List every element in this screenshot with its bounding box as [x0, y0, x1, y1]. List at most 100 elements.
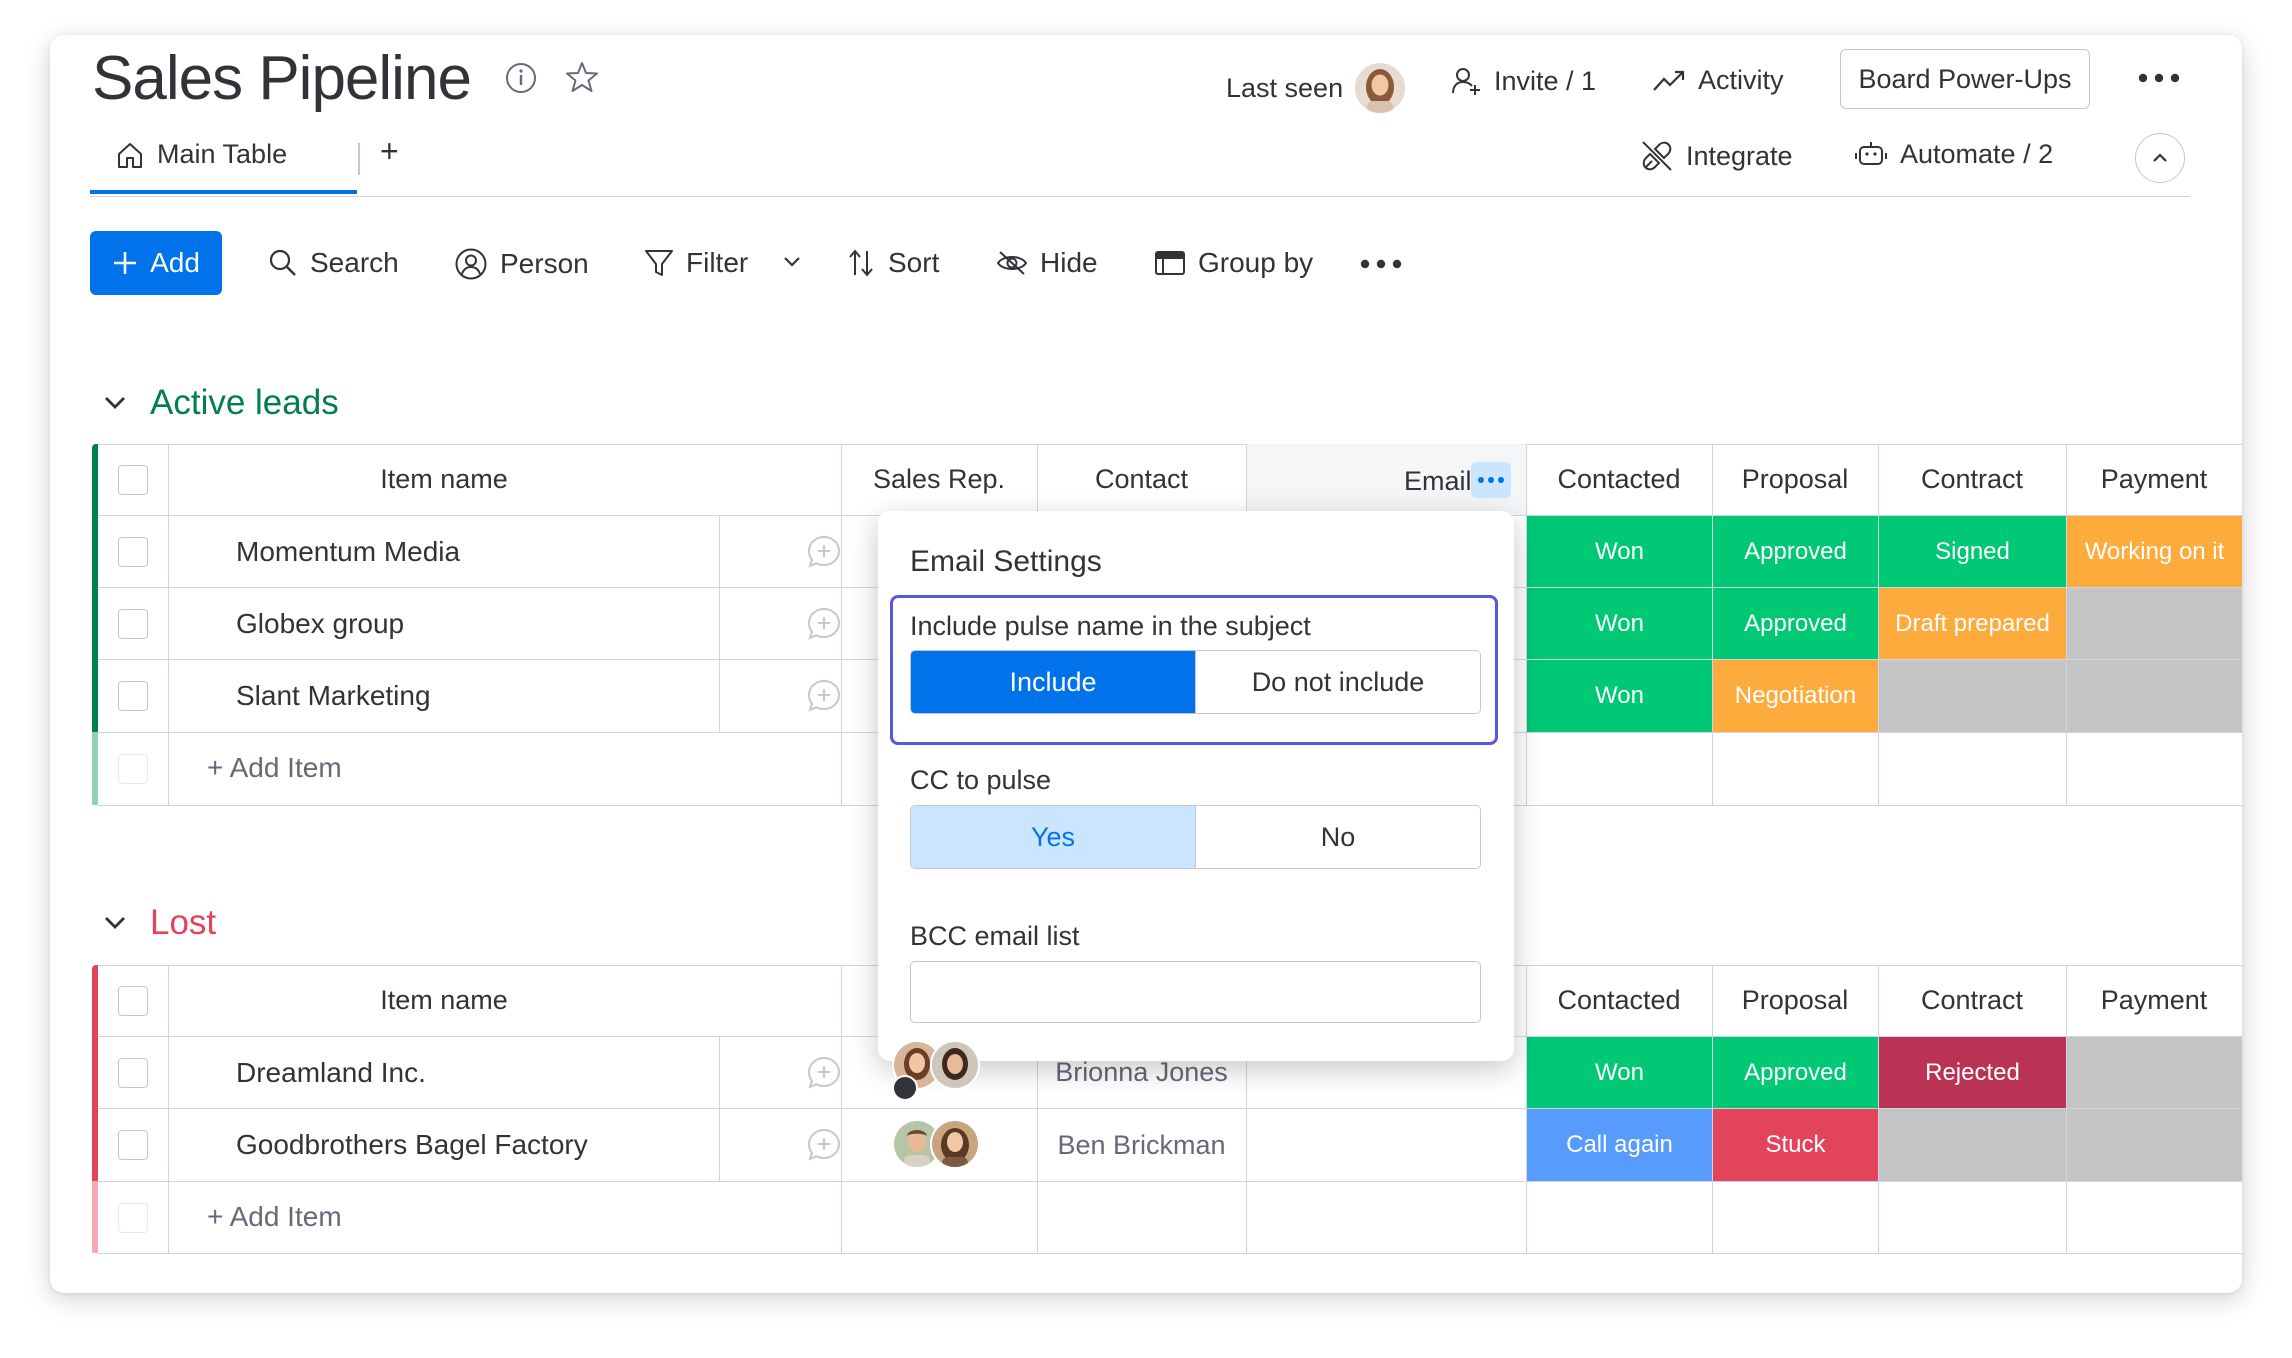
column-header-email[interactable]: Email — [1404, 466, 1472, 497]
status-contract[interactable]: Draft prepared — [1879, 588, 2066, 659]
status-proposal[interactable]: Stuck — [1713, 1109, 1878, 1181]
group-by-button[interactable]: Group by — [1154, 247, 1313, 279]
group-by-label: Group by — [1198, 247, 1314, 278]
avatar[interactable] — [930, 1040, 980, 1090]
add-item-button[interactable]: Add — [90, 231, 222, 295]
tab-divider — [90, 196, 2190, 197]
status-proposal[interactable]: Approved — [1713, 516, 1878, 587]
column-header-payment[interactable]: Payment — [2066, 444, 2242, 515]
star-icon[interactable] — [564, 59, 600, 95]
column-header-proposal[interactable]: Proposal — [1712, 965, 1878, 1036]
hide-button[interactable]: Hide — [996, 247, 1098, 279]
include-option[interactable]: Include — [911, 651, 1195, 713]
add-update-icon[interactable] — [806, 606, 842, 642]
add-item-input[interactable]: + Add Item — [207, 1201, 342, 1233]
group-title-active-leads[interactable]: Active leads — [102, 383, 339, 423]
no-option[interactable]: No — [1195, 806, 1480, 868]
do-not-include-option[interactable]: Do not include — [1195, 651, 1480, 713]
status-contacted[interactable]: Won — [1527, 516, 1712, 587]
activity-button[interactable]: Activity — [1652, 65, 1784, 96]
add-view-button[interactable]: + — [380, 133, 399, 170]
group-color-bar-light — [92, 732, 98, 805]
status-contract[interactable] — [1879, 660, 2066, 732]
status-contacted[interactable]: Won — [1527, 1037, 1712, 1108]
automate-label: Automate / 2 — [1900, 139, 2054, 169]
status-contract[interactable] — [1879, 1109, 2066, 1181]
status-payment[interactable]: Working on it — [2067, 516, 2242, 587]
chevron-down-icon[interactable] — [782, 255, 802, 269]
status-payment[interactable] — [2067, 660, 2242, 732]
status-payment[interactable] — [2067, 1037, 2242, 1108]
select-all-checkbox[interactable] — [118, 986, 148, 1016]
collapse-header-button[interactable] — [2135, 133, 2185, 183]
select-all-checkbox[interactable] — [118, 465, 148, 495]
item-name[interactable]: Globex group — [236, 608, 404, 640]
last-seen[interactable]: Last seen — [1226, 63, 1406, 113]
column-header-proposal[interactable]: Proposal — [1712, 444, 1878, 515]
status-payment[interactable] — [2067, 1109, 2242, 1181]
yes-option[interactable]: Yes — [911, 806, 1195, 868]
row-checkbox[interactable] — [118, 609, 148, 639]
info-icon[interactable] — [504, 61, 538, 95]
row-checkbox[interactable] — [118, 681, 148, 711]
status-proposal[interactable]: Approved — [1713, 1037, 1878, 1108]
column-header-item-name[interactable]: Item name — [169, 965, 719, 1036]
add-update-icon[interactable] — [806, 1127, 842, 1163]
tab-main-table[interactable]: Main Table — [115, 139, 287, 170]
status-contract[interactable]: Signed — [1879, 516, 2066, 587]
cc-toggle[interactable]: Yes No — [910, 805, 1481, 869]
invite-button[interactable]: Invite / 1 — [1450, 65, 1596, 97]
status-proposal[interactable]: Negotiation — [1713, 660, 1878, 732]
include-setting-label: Include pulse name in the subject — [910, 611, 1311, 641]
more-icon[interactable] — [2136, 71, 2182, 85]
chevron-down-icon[interactable] — [102, 394, 128, 412]
row-checkbox[interactable] — [118, 1058, 148, 1088]
filter-icon — [644, 248, 674, 278]
column-header-sales-rep[interactable]: Sales Rep. — [841, 444, 1037, 515]
more-icon[interactable] — [1358, 257, 1404, 271]
status-contacted[interactable]: Won — [1527, 588, 1712, 659]
status-contacted[interactable]: Won — [1527, 660, 1712, 732]
person-filter-button[interactable]: Person — [454, 247, 589, 281]
integrate-button[interactable]: Integrate — [1640, 139, 1793, 173]
column-header-contract[interactable]: Contract — [1878, 444, 2066, 515]
group-title-lost[interactable]: Lost — [102, 903, 216, 943]
status-payment[interactable] — [2067, 588, 2242, 659]
board-power-ups-button[interactable]: Board Power-Ups — [1840, 49, 2090, 109]
status-contacted[interactable]: Call again — [1527, 1109, 1712, 1181]
add-update-icon[interactable] — [806, 678, 842, 714]
include-toggle[interactable]: Include Do not include — [910, 650, 1481, 714]
column-header-payment[interactable]: Payment — [2066, 965, 2242, 1036]
page-title: Sales Pipeline — [92, 44, 472, 113]
bcc-email-input[interactable] — [910, 961, 1481, 1023]
item-name[interactable]: Goodbrothers Bagel Factory — [236, 1129, 588, 1161]
add-update-icon[interactable] — [806, 1055, 842, 1091]
item-name[interactable]: Slant Marketing — [236, 680, 431, 712]
column-header-contacted[interactable]: Contacted — [1526, 965, 1712, 1036]
column-header-contact[interactable]: Contact — [1037, 444, 1246, 515]
hide-label: Hide — [1040, 247, 1098, 278]
row-checkbox[interactable] — [118, 1130, 148, 1160]
group-color-bar-light — [92, 1181, 98, 1253]
contact-cell[interactable]: Ben Brickman — [1037, 1109, 1246, 1181]
sort-button[interactable]: Sort — [846, 247, 939, 279]
column-menu-button[interactable] — [1471, 462, 1511, 498]
filter-button[interactable]: Filter — [644, 247, 748, 279]
search-icon — [268, 248, 298, 278]
add-update-icon[interactable] — [806, 534, 842, 570]
last-seen-label: Last seen — [1226, 72, 1344, 103]
column-header-contacted[interactable]: Contacted — [1526, 444, 1712, 515]
status-proposal[interactable]: Approved — [1713, 588, 1878, 659]
board-window: Sales Pipeline Last seen Invite / 1 Acti… — [50, 35, 2242, 1293]
column-header-item-name[interactable]: Item name — [169, 444, 719, 515]
search-button[interactable]: Search — [268, 247, 399, 279]
automate-button[interactable]: Automate / 2 — [1854, 139, 2053, 170]
item-name[interactable]: Dreamland Inc. — [236, 1057, 426, 1089]
row-checkbox[interactable] — [118, 537, 148, 567]
chevron-down-icon[interactable] — [102, 914, 128, 932]
add-item-input[interactable]: + Add Item — [207, 752, 342, 784]
status-contract[interactable]: Rejected — [1879, 1037, 2066, 1108]
avatar[interactable] — [930, 1119, 980, 1169]
item-name[interactable]: Momentum Media — [236, 536, 460, 568]
column-header-contract[interactable]: Contract — [1878, 965, 2066, 1036]
